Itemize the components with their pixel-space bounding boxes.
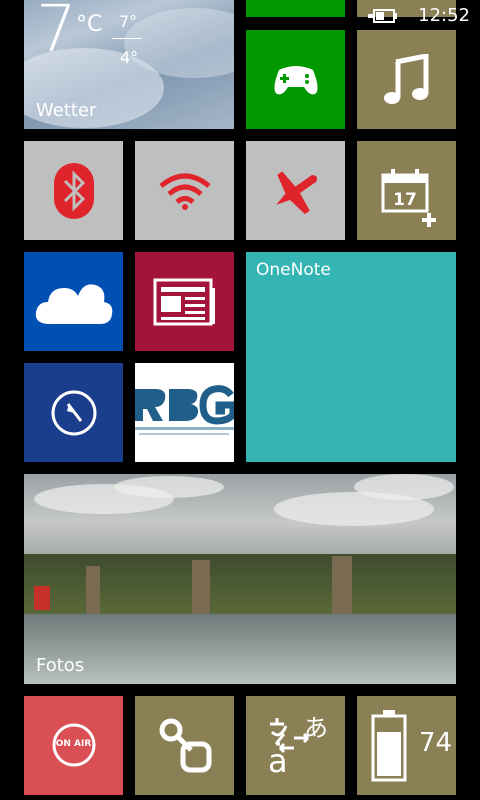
music-tile[interactable]: [357, 30, 456, 129]
airplane-icon: [276, 171, 318, 215]
photos-water: [24, 614, 456, 684]
calendar-tile[interactable]: 17: [357, 141, 456, 240]
translate-icon: あ a: [268, 714, 326, 776]
battery-tile[interactable]: 74: [357, 696, 456, 795]
weather-temperature: 7: [36, 0, 77, 67]
cloud-icon: [35, 284, 113, 324]
wifi-tile[interactable]: [135, 141, 234, 240]
weather-high: 7°: [119, 12, 138, 31]
music-note-icon: [384, 54, 429, 104]
news-tile[interactable]: [135, 252, 234, 351]
battery-icon: [371, 710, 407, 782]
onenote-tile[interactable]: OneNote: [246, 252, 456, 462]
weather-tile[interactable]: 7 °C 7° 4° Wetter: [24, 0, 234, 129]
on-air-tile[interactable]: ON AIR: [24, 696, 123, 795]
green-tile-top[interactable]: [246, 0, 345, 17]
link-tile[interactable]: [135, 696, 234, 795]
weather-label: Wetter: [36, 100, 97, 121]
weather-unit: °C: [76, 12, 103, 37]
status-bar: 12:52: [360, 0, 480, 32]
photos-label: Fotos: [36, 655, 85, 676]
bluetooth-icon: [54, 163, 94, 219]
onedrive-tile[interactable]: [24, 252, 123, 351]
calendar-icon: 17: [381, 169, 436, 227]
status-time: 12:52: [418, 5, 470, 26]
photos-tile[interactable]: Fotos: [24, 474, 456, 684]
xbox-games-tile[interactable]: [246, 30, 345, 129]
gamepad-icon: [274, 66, 318, 95]
battery-charging-icon: [368, 9, 397, 23]
weather-divider: [112, 38, 142, 39]
compass-tile[interactable]: [24, 363, 123, 462]
link-icon: [159, 718, 212, 773]
onenote-label: OneNote: [256, 260, 331, 280]
svg-text:a: a: [268, 742, 288, 776]
translator-tile[interactable]: あ a: [246, 696, 345, 795]
weather-low: 4°: [120, 48, 139, 67]
bluetooth-tile[interactable]: [24, 141, 123, 240]
newspaper-icon: [153, 278, 215, 326]
rbg-tile[interactable]: [135, 363, 234, 462]
battery-percent: 74: [419, 728, 453, 758]
on-air-text: ON AIR: [55, 739, 92, 749]
compass-icon: [51, 390, 97, 436]
airplane-mode-tile[interactable]: [246, 141, 345, 240]
calendar-day: 17: [393, 190, 417, 210]
wifi-icon: [159, 173, 211, 210]
rbg-logo: [135, 385, 234, 435]
